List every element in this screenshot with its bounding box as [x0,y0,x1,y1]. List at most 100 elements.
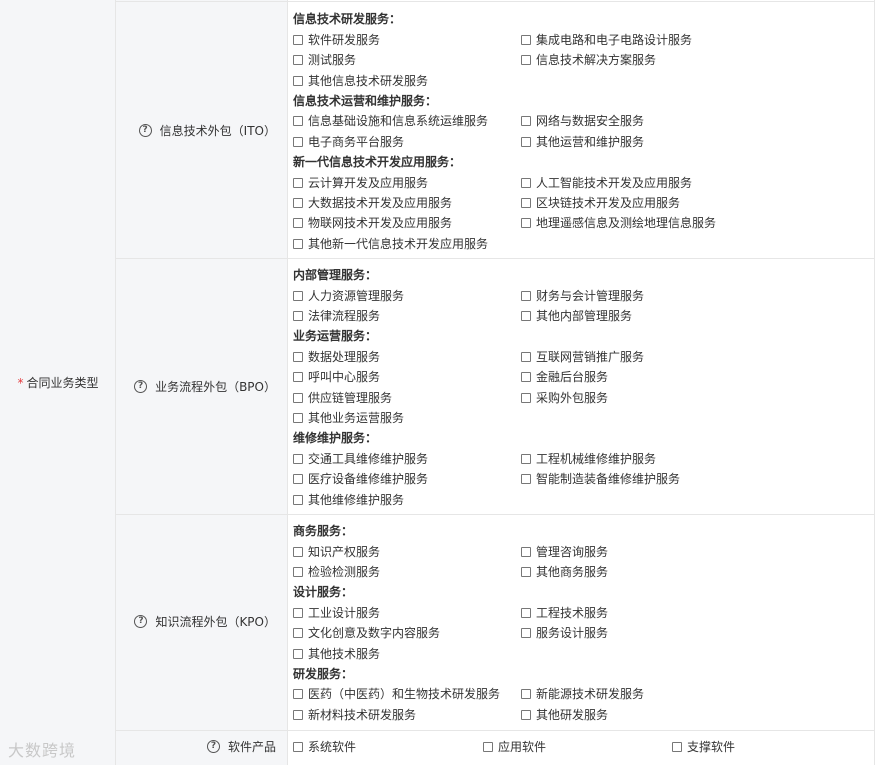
checkbox[interactable] [293,310,303,321]
option-checkbox[interactable]: 医药（中医药）和生物技术研发服务 [293,685,500,702]
checkbox[interactable] [293,290,303,301]
option-checkbox[interactable]: 供应链管理服务 [293,389,392,406]
option-checkbox[interactable]: 电子商务平台服务 [293,133,404,150]
option-checkbox[interactable]: 地理遥感信息及测绘地理信息服务 [521,214,716,231]
checkbox[interactable] [672,741,682,752]
checkbox[interactable] [293,688,303,699]
checkbox[interactable] [293,607,303,618]
checkbox[interactable] [483,741,493,752]
option-checkbox[interactable]: 法律流程服务 [293,307,380,324]
checkbox[interactable] [521,310,531,321]
checkbox[interactable] [293,238,303,249]
checkbox[interactable] [521,217,531,228]
option-checkbox[interactable]: 服务设计服务 [521,624,608,641]
checkbox[interactable] [293,392,303,403]
option-checkbox[interactable]: 其他商务服务 [521,563,608,580]
option-checkbox[interactable]: 工程技术服务 [521,604,608,621]
option-checkbox[interactable]: 呼叫中心服务 [293,368,380,385]
help-icon[interactable]: ? [138,124,152,137]
option-checkbox[interactable]: 工业设计服务 [293,604,380,621]
checkbox[interactable] [293,741,303,752]
option-checkbox[interactable]: 医疗设备维修维护服务 [293,470,428,487]
option-checkbox[interactable]: 物联网技术开发及应用服务 [293,214,452,231]
option-checkbox[interactable]: 测试服务 [293,51,356,68]
checkbox[interactable] [293,412,303,423]
checkbox[interactable] [521,627,531,638]
option-checkbox[interactable]: 采购外包服务 [521,389,608,406]
option-checkbox[interactable]: 其他研发服务 [521,706,608,723]
option-checkbox[interactable]: 新能源技术研发服务 [521,685,644,702]
option-checkbox[interactable]: 信息基础设施和信息系统运维服务 [293,112,488,129]
checkbox[interactable] [293,54,303,65]
checkbox[interactable] [521,351,531,362]
checkbox[interactable] [293,648,303,659]
option-checkbox[interactable]: 集成电路和电子电路设计服务 [521,31,692,48]
option-checkbox[interactable]: 知识产权服务 [293,543,380,560]
option-checkbox[interactable]: 其他业务运营服务 [293,409,404,426]
checkbox[interactable] [521,607,531,618]
option-checkbox[interactable]: 互联网营销推广服务 [521,348,644,365]
checkbox[interactable] [293,217,303,228]
checkbox[interactable] [293,75,303,86]
checkbox[interactable] [521,290,531,301]
checkbox[interactable] [521,54,531,65]
checkbox[interactable] [521,34,531,45]
checkbox[interactable] [521,473,531,484]
checkbox[interactable] [293,177,303,188]
checkbox[interactable] [293,115,303,126]
checkbox[interactable] [293,627,303,638]
checkbox[interactable] [293,546,303,557]
checkbox[interactable] [293,494,303,505]
checkbox[interactable] [293,473,303,484]
option-checkbox[interactable]: 金融后台服务 [521,368,608,385]
option-checkbox[interactable]: 其他内部管理服务 [521,307,632,324]
option-checkbox[interactable]: 其他技术服务 [293,645,380,662]
checkbox[interactable] [521,709,531,720]
checkbox[interactable] [293,566,303,577]
checkbox[interactable] [521,688,531,699]
help-icon[interactable]: ? [134,380,148,393]
checkbox[interactable] [293,136,303,147]
option-checkbox[interactable]: 新材料技术研发服务 [293,706,416,723]
option-checkbox[interactable]: 文化创意及数字内容服务 [293,624,440,641]
option-checkbox[interactable]: 其他信息技术研发服务 [293,72,428,89]
option-checkbox[interactable]: 人力资源管理服务 [293,287,404,304]
checkbox[interactable] [293,351,303,362]
option-checkbox[interactable]: 其他运营和维护服务 [521,133,644,150]
checkbox[interactable] [521,546,531,557]
checkbox[interactable] [293,453,303,464]
software-option-application[interactable]: 应用软件 [483,738,546,755]
checkbox[interactable] [521,177,531,188]
software-option-system[interactable]: 系统软件 [293,738,356,755]
option-checkbox[interactable]: 其他新一代信息技术开发应用服务 [293,235,488,252]
option-checkbox[interactable]: 数据处理服务 [293,348,380,365]
checkbox[interactable] [293,197,303,208]
checkbox[interactable] [521,136,531,147]
option-checkbox[interactable]: 云计算开发及应用服务 [293,174,428,191]
help-icon[interactable]: ? [206,740,220,753]
option-checkbox[interactable]: 人工智能技术开发及应用服务 [521,174,692,191]
checkbox[interactable] [521,197,531,208]
checkbox[interactable] [293,371,303,382]
checkbox[interactable] [293,709,303,720]
option-checkbox[interactable]: 检验检测服务 [293,563,380,580]
option-checkbox[interactable]: 网络与数据安全服务 [521,112,644,129]
option-checkbox[interactable]: 交通工具维修维护服务 [293,450,428,467]
software-option-support[interactable]: 支撑软件 [672,738,735,755]
option-checkbox[interactable]: 财务与会计管理服务 [521,287,644,304]
option-checkbox[interactable]: 软件研发服务 [293,31,380,48]
checkbox[interactable] [521,566,531,577]
checkbox[interactable] [521,392,531,403]
option-checkbox[interactable]: 工程机械维修维护服务 [521,450,656,467]
option-checkbox[interactable]: 信息技术解决方案服务 [521,51,656,68]
option-checkbox[interactable]: 管理咨询服务 [521,543,608,560]
checkbox[interactable] [521,371,531,382]
help-icon[interactable]: ? [134,615,148,628]
checkbox[interactable] [521,453,531,464]
option-checkbox[interactable]: 其他维修维护服务 [293,491,404,508]
checkbox[interactable] [293,34,303,45]
option-checkbox[interactable]: 大数据技术开发及应用服务 [293,194,452,211]
option-checkbox[interactable]: 区块链技术开发及应用服务 [521,194,680,211]
option-checkbox[interactable]: 智能制造装备维修维护服务 [521,470,680,487]
checkbox[interactable] [521,115,531,126]
